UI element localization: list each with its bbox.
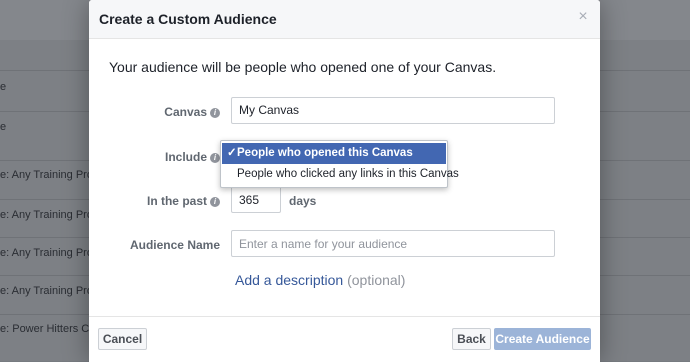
- in-the-past-label-text: In the past: [146, 194, 207, 208]
- optional-hint: (optional): [347, 272, 406, 288]
- background-row-text: e: [0, 121, 7, 133]
- canvas-label-text: Canvas: [164, 105, 207, 119]
- audience-name-label: Audience Name: [129, 238, 220, 252]
- dialog-header: Create a Custom Audience ×: [89, 0, 600, 39]
- cancel-button[interactable]: Cancel: [98, 328, 147, 350]
- canvas-select-value: My Canvas: [239, 103, 300, 117]
- add-description: Add a description (optional): [235, 272, 405, 288]
- info-icon[interactable]: i: [210, 197, 220, 207]
- add-description-link[interactable]: Add a description: [235, 272, 343, 288]
- include-label-text: Include: [164, 150, 207, 164]
- canvas-label: Canvas i: [164, 105, 220, 119]
- background-row-text: e: Any Training Progr: [0, 285, 103, 297]
- dialog-footer: Cancel Back Create Audience: [89, 316, 600, 362]
- back-button[interactable]: Back: [452, 328, 491, 350]
- include-option-opened[interactable]: ✓People who opened this Canvas: [222, 143, 446, 164]
- canvas-select[interactable]: My Canvas: [231, 97, 555, 124]
- include-option-clicked-links[interactable]: People who clicked any links in this Can…: [221, 164, 459, 185]
- include-option-label: People who opened this Canvas: [237, 147, 413, 159]
- in-the-past-label: In the past i: [147, 194, 220, 208]
- create-audience-button[interactable]: Create Audience: [494, 328, 591, 350]
- days-input[interactable]: [231, 186, 281, 213]
- include-dropdown-menu: ✓People who opened this Canvas People wh…: [220, 140, 459, 188]
- intro-text: Your audience will be people who opened …: [109, 59, 497, 75]
- checkmark-icon: ✓: [227, 147, 237, 159]
- background-row-text: e: Any Training Progr: [0, 247, 103, 259]
- info-icon[interactable]: i: [210, 108, 220, 118]
- background-row-text: e: Any Training Progr: [0, 169, 103, 181]
- dialog-title: Create a Custom Audience: [99, 11, 277, 27]
- days-unit-label: days: [289, 194, 317, 208]
- custom-audience-dialog: Create a Custom Audience × Your audience…: [89, 0, 600, 362]
- background-row-text: e: [0, 81, 7, 93]
- include-label: Include i: [165, 150, 220, 164]
- include-option-label: People who clicked any links in this Can…: [237, 168, 459, 180]
- info-icon[interactable]: i: [210, 153, 220, 163]
- audience-name-input[interactable]: [231, 230, 555, 257]
- background-row-text: e: Any Training Progr: [0, 209, 103, 221]
- close-icon[interactable]: ×: [576, 9, 590, 25]
